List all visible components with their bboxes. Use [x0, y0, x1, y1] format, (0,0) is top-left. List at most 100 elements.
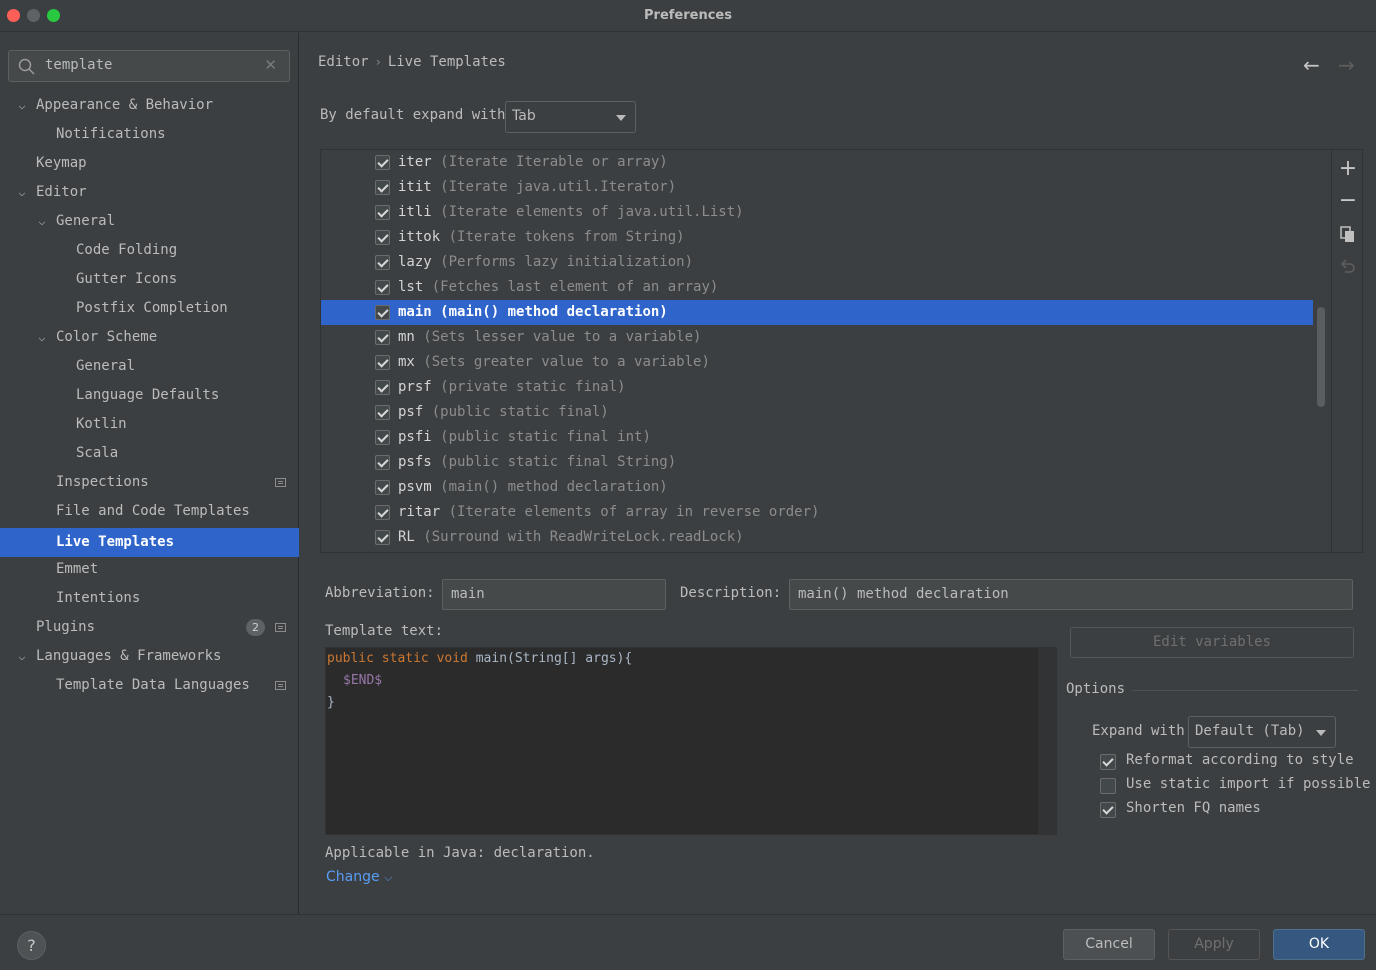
list-scrollbar[interactable]	[1317, 307, 1325, 407]
back-arrow-icon[interactable]: ←	[1303, 53, 1320, 77]
template-row-selected[interactable]: main (main() method declaration)	[321, 300, 1313, 325]
template-enabled-checkbox[interactable]	[375, 530, 390, 545]
sidebar-item-label: Languages & Frameworks	[36, 648, 222, 664]
sidebar-item-label: Color Scheme	[56, 329, 158, 345]
expand-with-label: Expand with	[1092, 723, 1185, 739]
static-import-checkbox[interactable]	[1100, 778, 1116, 794]
breadcrumb-editor[interactable]: Editor	[318, 54, 369, 70]
project-settings-icon	[275, 478, 286, 487]
chevron-down-icon[interactable]: ⌵	[15, 642, 29, 671]
template-row[interactable]: RL (Surround with ReadWriteLock.readLock…	[321, 525, 1313, 550]
remove-icon[interactable]: −	[1332, 188, 1362, 213]
sidebar-item-language-defaults[interactable]: Language Defaults	[0, 381, 299, 410]
template-enabled-checkbox[interactable]	[375, 180, 390, 195]
sidebar-item-live-templates[interactable]: Live Templates	[0, 528, 299, 557]
template-enabled-checkbox[interactable]	[375, 405, 390, 420]
sidebar-item-color-scheme-general[interactable]: General	[0, 352, 299, 381]
template-row[interactable]: lazy (Performs lazy initialization)	[321, 250, 1313, 275]
sidebar-item-intentions[interactable]: Intentions	[0, 584, 299, 613]
template-row[interactable]: prsf (private static final)	[321, 375, 1313, 400]
template-enabled-checkbox[interactable]	[375, 305, 390, 320]
sidebar-item-scala[interactable]: Scala	[0, 439, 299, 468]
forward-arrow-icon[interactable]: →	[1338, 53, 1355, 77]
list-toolbar: + −	[1331, 150, 1362, 552]
reformat-checkbox[interactable]	[1100, 754, 1116, 770]
template-enabled-checkbox[interactable]	[375, 280, 390, 295]
expand-with-select[interactable]: Default (Tab)	[1188, 716, 1336, 748]
template-description: (Iterate elements of array in reverse or…	[448, 504, 820, 520]
template-description: (private static final)	[440, 379, 626, 395]
template-row[interactable]: psf (public static final)	[321, 400, 1313, 425]
search-input[interactable]: template ✕	[8, 50, 290, 82]
template-row[interactable]: iter (Iterate Iterable or array)	[321, 150, 1313, 175]
template-row[interactable]: itli (Iterate elements of java.util.List…	[321, 200, 1313, 225]
window-title: Preferences	[644, 8, 732, 23]
clear-search-icon[interactable]: ✕	[264, 56, 277, 74]
copy-icon[interactable]	[1332, 226, 1362, 248]
sidebar-item-label: Keymap	[36, 155, 87, 171]
template-enabled-checkbox[interactable]	[375, 380, 390, 395]
template-enabled-checkbox[interactable]	[375, 480, 390, 495]
sidebar-item-file-and-code-templates[interactable]: File and Code Templates	[0, 497, 299, 526]
sidebar-item-plugins[interactable]: Plugins 2	[0, 613, 299, 642]
chevron-down-icon[interactable]: ⌵	[35, 323, 49, 352]
template-row[interactable]: ritar (Iterate elements of array in reve…	[321, 500, 1313, 525]
template-row[interactable]: ittok (Iterate tokens from String)	[321, 225, 1313, 250]
sidebar-item-notifications[interactable]: Notifications	[0, 120, 299, 149]
sidebar-item-label: Plugins	[36, 619, 96, 635]
template-abbreviation: RL	[398, 529, 415, 545]
chevron-down-icon[interactable]: ⌵	[35, 207, 49, 236]
chevron-down-icon[interactable]: ⌵	[15, 178, 29, 207]
template-enabled-checkbox[interactable]	[375, 430, 390, 445]
template-enabled-checkbox[interactable]	[375, 155, 390, 170]
description-label: Description:	[680, 585, 782, 601]
sidebar-item-general[interactable]: ⌵ General	[0, 207, 299, 236]
description-input[interactable]: main() method declaration	[789, 579, 1353, 610]
sidebar-item-postfix-completion[interactable]: Postfix Completion	[0, 294, 299, 323]
template-enabled-checkbox[interactable]	[375, 330, 390, 345]
template-row[interactable]: psfi (public static final int)	[321, 425, 1313, 450]
default-expand-select[interactable]: Tab	[505, 101, 636, 133]
template-row[interactable]: itit (Iterate java.util.Iterator)	[321, 175, 1313, 200]
edit-variables-button[interactable]: Edit variables	[1070, 627, 1354, 658]
template-row[interactable]: lst (Fetches last element of an array)	[321, 275, 1313, 300]
sidebar-item-appearance-behavior[interactable]: ⌵ Appearance & Behavior	[0, 91, 299, 120]
add-icon[interactable]: +	[1332, 156, 1362, 181]
reformat-label: Reformat according to style	[1126, 752, 1354, 768]
template-enabled-checkbox[interactable]	[375, 355, 390, 370]
default-expand-value: Tab	[512, 108, 536, 124]
template-row[interactable]: mn (Sets lesser value to a variable)	[321, 325, 1313, 350]
template-enabled-checkbox[interactable]	[375, 505, 390, 520]
live-templates-list[interactable]: iter (Iterate Iterable or array) itit (I…	[320, 149, 1363, 553]
sidebar-item-label: Appearance & Behavior	[36, 97, 214, 113]
sidebar-item-kotlin[interactable]: Kotlin	[0, 410, 299, 439]
sidebar-item-emmet[interactable]: Emmet	[0, 555, 299, 584]
shorten-fq-checkbox[interactable]	[1100, 802, 1116, 818]
template-row[interactable]: psfs (public static final String)	[321, 450, 1313, 475]
sidebar-item-languages-frameworks[interactable]: ⌵ Languages & Frameworks	[0, 642, 299, 671]
sidebar-item-template-data-languages[interactable]: Template Data Languages	[0, 671, 299, 700]
restore-icon[interactable]	[1332, 258, 1362, 280]
apply-button[interactable]: Apply	[1168, 929, 1260, 960]
sidebar-item-gutter-icons[interactable]: Gutter Icons	[0, 265, 299, 294]
template-text-editor[interactable]: public static void main(String[] args){ …	[325, 647, 1057, 835]
template-row[interactable]: mx (Sets greater value to a variable)	[321, 350, 1313, 375]
change-context-link[interactable]: Change ⌵	[326, 869, 392, 885]
template-row[interactable]: psvm (main() method declaration)	[321, 475, 1313, 500]
sidebar-item-color-scheme[interactable]: ⌵ Color Scheme	[0, 323, 299, 352]
sidebar-item-editor[interactable]: ⌵ Editor	[0, 178, 299, 207]
template-enabled-checkbox[interactable]	[375, 255, 390, 270]
sidebar-item-inspections[interactable]: Inspections	[0, 468, 299, 497]
ok-button[interactable]: OK	[1273, 929, 1365, 960]
editor-scrollbar[interactable]	[1038, 648, 1056, 834]
template-enabled-checkbox[interactable]	[375, 230, 390, 245]
sidebar-item-keymap[interactable]: Keymap	[0, 149, 299, 178]
template-enabled-checkbox[interactable]	[375, 455, 390, 470]
sidebar-item-code-folding[interactable]: Code Folding	[0, 236, 299, 265]
sidebar-item-label: File and Code Templates	[56, 503, 250, 519]
template-enabled-checkbox[interactable]	[375, 205, 390, 220]
cancel-button[interactable]: Cancel	[1063, 929, 1155, 960]
help-button[interactable]: ?	[17, 931, 46, 960]
abbreviation-input[interactable]: main	[442, 579, 666, 610]
chevron-down-icon[interactable]: ⌵	[15, 91, 29, 120]
